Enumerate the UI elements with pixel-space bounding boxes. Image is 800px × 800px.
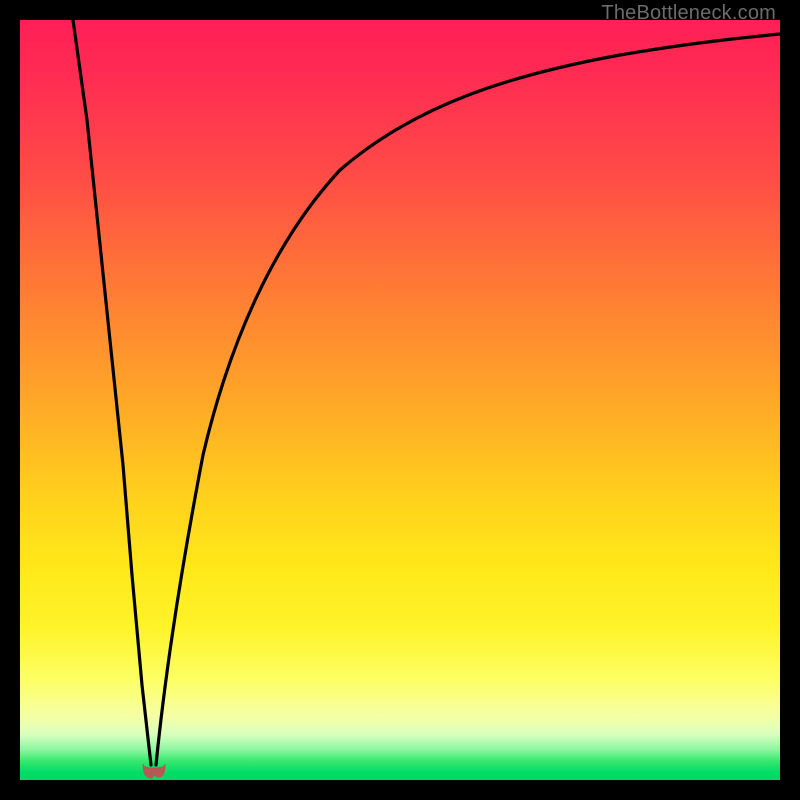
curve-left-branch	[73, 20, 151, 765]
optimum-marker	[143, 764, 165, 778]
curve-right-branch	[156, 34, 780, 765]
chart-area	[20, 20, 780, 780]
bottleneck-curve	[20, 20, 780, 780]
